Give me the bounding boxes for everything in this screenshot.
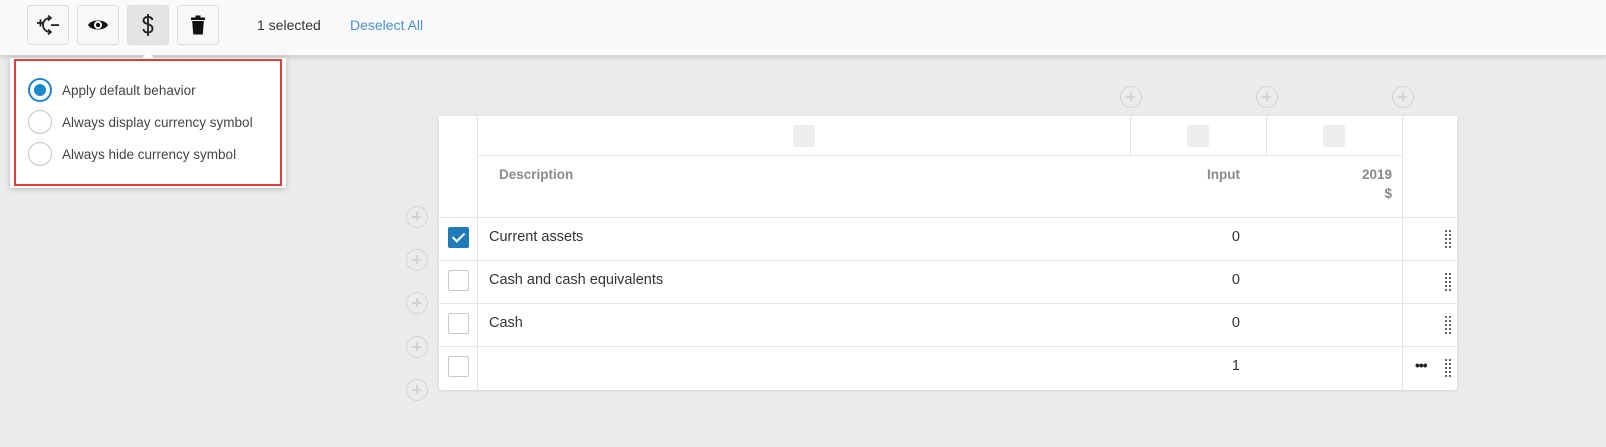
row-input[interactable]: 0 [1180, 229, 1240, 245]
column-header-description: Description [499, 167, 574, 182]
radio-option-default[interactable]: Apply default behavior [28, 77, 196, 103]
column-handle[interactable] [1187, 125, 1209, 147]
row-checkbox[interactable] [448, 227, 469, 248]
row-checkbox[interactable] [448, 356, 469, 377]
column-handle[interactable] [1323, 125, 1345, 147]
add-row-icon[interactable] [406, 206, 428, 228]
selected-count: 1 selected [257, 17, 321, 33]
radio-button[interactable] [28, 142, 52, 166]
row-checkbox[interactable] [448, 313, 469, 334]
plus-minus-cycle-icon [37, 14, 59, 36]
row-description[interactable]: Cash and cash equivalents [489, 272, 663, 288]
radio-label: Apply default behavior [62, 82, 196, 98]
eye-icon [88, 20, 108, 30]
row-description[interactable]: Cash [489, 315, 523, 331]
drag-handle-icon[interactable] [1445, 273, 1453, 291]
radio-button[interactable] [28, 78, 52, 102]
grid-line [477, 155, 1402, 156]
row-input[interactable]: 1 [1180, 358, 1240, 374]
column-handle[interactable] [793, 125, 815, 147]
drag-handle-icon[interactable] [1445, 359, 1453, 377]
grid-line [477, 116, 478, 390]
radio-button[interactable] [28, 110, 52, 134]
add-row-icon[interactable] [406, 336, 428, 358]
trash-icon [191, 15, 205, 35]
drag-handle-icon[interactable] [1445, 230, 1453, 248]
grid-line [439, 346, 1457, 347]
delete-button[interactable] [177, 5, 219, 45]
deselect-all-link[interactable]: Deselect All [350, 17, 423, 33]
column-header-input: Input [1207, 167, 1240, 182]
row-input[interactable]: 0 [1180, 272, 1240, 288]
radio-option-always-display[interactable]: Always display currency symbol [28, 109, 253, 135]
row-input[interactable]: 0 [1180, 315, 1240, 331]
radio-option-always-hide[interactable]: Always hide currency symbol [28, 141, 236, 167]
add-column-icon[interactable] [1120, 86, 1142, 108]
grid-line [1266, 116, 1267, 155]
row-checkbox[interactable] [448, 270, 469, 291]
more-options-icon[interactable]: ••• [1415, 357, 1428, 373]
add-column-icon[interactable] [1392, 86, 1414, 108]
grid-line [439, 303, 1457, 304]
column-header-currency: $ [1384, 186, 1392, 201]
grid-line [1130, 116, 1131, 155]
drag-handle-icon[interactable] [1445, 316, 1453, 334]
dollar-icon [142, 14, 154, 36]
grid-line [439, 260, 1457, 261]
adjust-sign-button[interactable] [27, 5, 69, 45]
currency-button[interactable] [127, 5, 169, 45]
radio-label: Always display currency symbol [62, 114, 253, 130]
radio-label: Always hide currency symbol [62, 146, 237, 162]
visibility-button[interactable] [77, 5, 119, 45]
add-row-icon[interactable] [406, 292, 428, 314]
row-description[interactable]: Current assets [489, 229, 583, 245]
column-header-year: 2019 [1361, 167, 1392, 182]
add-column-icon[interactable] [1256, 86, 1278, 108]
popover-caret [140, 52, 156, 60]
add-row-icon[interactable] [406, 249, 428, 271]
financial-table: Description Input 2019 $ Current assets … [439, 116, 1457, 390]
toolbar: 1 selected Deselect All [0, 0, 1606, 56]
grid-line [1402, 116, 1403, 390]
grid-line [439, 217, 1457, 218]
add-row-icon[interactable] [406, 379, 428, 401]
